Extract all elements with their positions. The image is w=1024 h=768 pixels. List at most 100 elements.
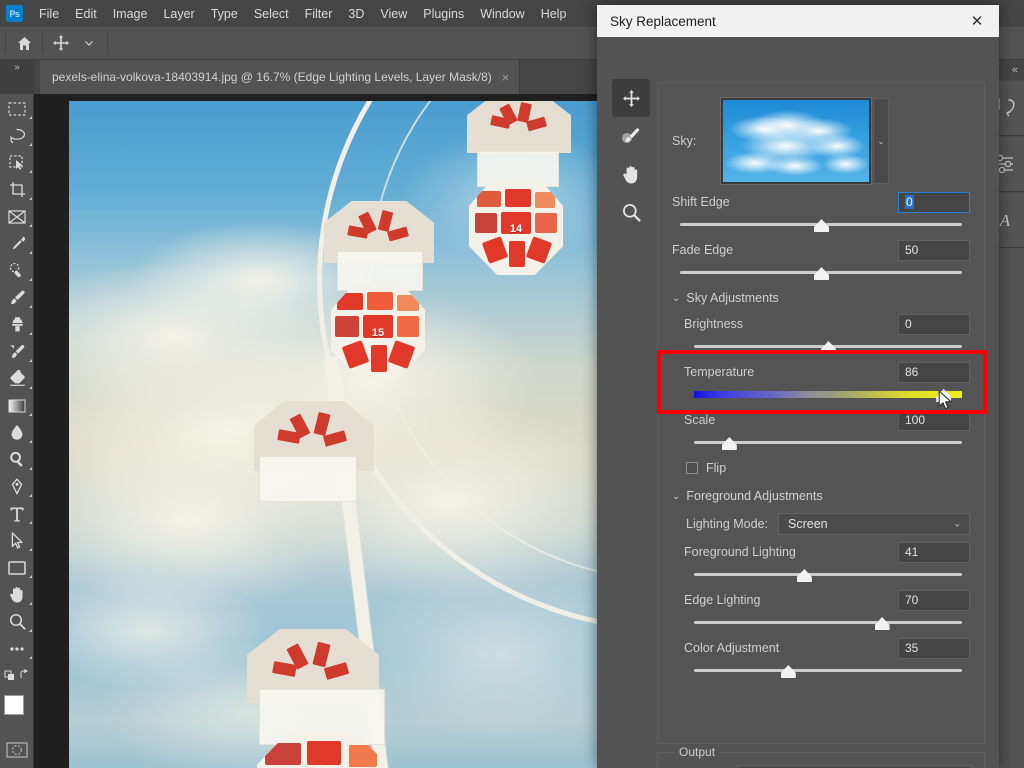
- sky-brush-tool[interactable]: [612, 117, 650, 155]
- scale-input[interactable]: 100: [898, 409, 970, 431]
- chevron-down-icon[interactable]: [76, 30, 102, 56]
- menu-item-select[interactable]: Select: [246, 3, 297, 25]
- close-icon[interactable]: ×: [502, 70, 510, 85]
- crop-tool[interactable]: [0, 176, 34, 203]
- slider-track-gradient: [694, 391, 962, 398]
- slider-handle[interactable]: [814, 219, 829, 232]
- brightness-input[interactable]: 0: [898, 313, 970, 335]
- slider-handle[interactable]: [814, 267, 829, 280]
- lasso-tool[interactable]: [0, 122, 34, 149]
- mouse-cursor: [938, 390, 954, 415]
- sky-label: Sky:: [672, 134, 697, 148]
- sky-preview-image: [723, 100, 869, 182]
- document-tab-label: pexels-elina-volkova-18403914.jpg @ 16.7…: [52, 70, 492, 84]
- color-adjustment-input[interactable]: 35: [898, 637, 970, 659]
- fade-edge-slider[interactable]: [680, 263, 962, 283]
- eyedropper-tool[interactable]: [0, 230, 34, 257]
- scale-slider[interactable]: [694, 433, 962, 453]
- menu-item-filter[interactable]: Filter: [297, 3, 341, 25]
- gondola-number: 15: [371, 326, 385, 339]
- fade-edge-input[interactable]: 50: [898, 239, 970, 261]
- panel-collapse-icon[interactable]: »: [0, 60, 34, 94]
- edge-lighting-slider[interactable]: [694, 613, 962, 633]
- menu-item-file[interactable]: File: [31, 3, 67, 25]
- dialog-title-bar[interactable]: Sky Replacement ✕: [597, 5, 999, 37]
- default-colors-and-swap-icon[interactable]: [0, 662, 34, 689]
- flip-checkbox-row[interactable]: Flip: [672, 455, 970, 481]
- brightness-control: Brightness 0: [672, 311, 970, 357]
- edge-lighting-input[interactable]: 70: [898, 589, 970, 611]
- shift-edge-input[interactable]: 0: [898, 191, 970, 213]
- path-selection-tool[interactable]: [0, 527, 34, 554]
- brightness-label: Brightness: [684, 317, 744, 331]
- menu-item-edit[interactable]: Edit: [67, 3, 105, 25]
- type-tool[interactable]: [0, 500, 34, 527]
- frame-tool[interactable]: [0, 203, 34, 230]
- flip-checkbox[interactable]: [686, 462, 698, 474]
- foreground-adjustments-label: Foreground Adjustments: [686, 489, 823, 503]
- chevron-down-icon[interactable]: ⌄: [672, 491, 680, 502]
- foreground-lighting-slider[interactable]: [694, 565, 962, 585]
- home-icon[interactable]: [11, 30, 37, 56]
- menu-item-window[interactable]: Window: [472, 3, 532, 25]
- history-brush-tool[interactable]: [0, 338, 34, 365]
- dodge-tool[interactable]: [0, 446, 34, 473]
- menu-item-layer[interactable]: Layer: [155, 3, 202, 25]
- edit-toolbar-ellipsis-icon[interactable]: [0, 635, 34, 662]
- blur-drop-tool[interactable]: [0, 419, 34, 446]
- brightness-slider[interactable]: [694, 337, 962, 357]
- color-swatches[interactable]: [0, 693, 34, 733]
- menu-item-help[interactable]: Help: [533, 3, 575, 25]
- sky-preset-thumbnail[interactable]: [720, 97, 872, 185]
- sky-preset-dropdown-chevron-down-icon[interactable]: ⌄: [873, 98, 889, 184]
- sky-zoom-tool[interactable]: [612, 193, 650, 231]
- divider: [107, 32, 108, 54]
- sky-adjustments-section-header[interactable]: ⌄ Sky Adjustments: [672, 285, 970, 311]
- slider-handle[interactable]: [796, 569, 812, 582]
- lighting-mode-row: Lighting Mode: Screen ⌄: [672, 509, 970, 539]
- menu-item-view[interactable]: View: [372, 3, 415, 25]
- clone-stamp-tool[interactable]: [0, 311, 34, 338]
- chevron-down-icon[interactable]: ⌄: [953, 519, 961, 530]
- sky-move-tool[interactable]: [612, 79, 650, 117]
- pen-tool[interactable]: [0, 473, 34, 500]
- foreground-color-swatch[interactable]: [4, 695, 24, 715]
- foreground-adjustments-section-header[interactable]: ⌄ Foreground Adjustments: [672, 483, 970, 509]
- foreground-lighting-control: Foreground Lighting 41: [672, 539, 970, 585]
- rectangle-tool[interactable]: [0, 554, 34, 581]
- gradient-tool[interactable]: [0, 392, 34, 419]
- menu-item-type[interactable]: Type: [203, 3, 246, 25]
- temperature-slider[interactable]: [694, 385, 962, 405]
- document-image[interactable]: 14 15: [69, 101, 599, 768]
- brush-tool[interactable]: [0, 284, 34, 311]
- lighting-mode-select[interactable]: Screen ⌄: [778, 513, 970, 535]
- menu-item-plugins[interactable]: Plugins: [415, 3, 472, 25]
- eraser-tool[interactable]: [0, 365, 34, 392]
- shift-edge-slider[interactable]: [680, 215, 962, 235]
- object-selection-tool[interactable]: [0, 149, 34, 176]
- menu-item-3d[interactable]: 3D: [340, 3, 372, 25]
- document-tab[interactable]: pexels-elina-volkova-18403914.jpg @ 16.7…: [40, 60, 521, 94]
- dialog-title: Sky Replacement: [610, 13, 716, 29]
- spot-healing-brush-tool[interactable]: [0, 257, 34, 284]
- move-tool-icon[interactable]: [48, 30, 74, 56]
- slider-handle[interactable]: [874, 617, 890, 630]
- zoom-tool[interactable]: [0, 608, 34, 635]
- menu-item-image[interactable]: Image: [105, 3, 156, 25]
- sky-hand-tool[interactable]: [612, 155, 650, 193]
- slider-handle[interactable]: [780, 665, 796, 678]
- close-icon[interactable]: ✕: [963, 7, 991, 35]
- color-adjustment-slider[interactable]: [694, 661, 962, 681]
- hand-tool[interactable]: [0, 581, 34, 608]
- rectangular-marquee-tool[interactable]: [0, 95, 34, 122]
- fade-edge-label: Fade Edge: [672, 243, 734, 257]
- foreground-lighting-label: Foreground Lighting: [684, 545, 796, 559]
- foreground-lighting-input[interactable]: 41: [898, 541, 970, 563]
- sky-options-panel: Sky: ⌄ Shift Edge 0 Fade Edge 50 ⌄ Sky A…: [657, 82, 985, 744]
- edge-lighting-control: Edge Lighting 70: [672, 587, 970, 633]
- slider-handle[interactable]: [721, 437, 737, 450]
- quick-mask-icon[interactable]: [0, 737, 34, 763]
- chevron-down-icon[interactable]: ⌄: [672, 293, 680, 304]
- slider-handle[interactable]: [821, 341, 836, 354]
- temperature-input[interactable]: 86: [898, 361, 970, 383]
